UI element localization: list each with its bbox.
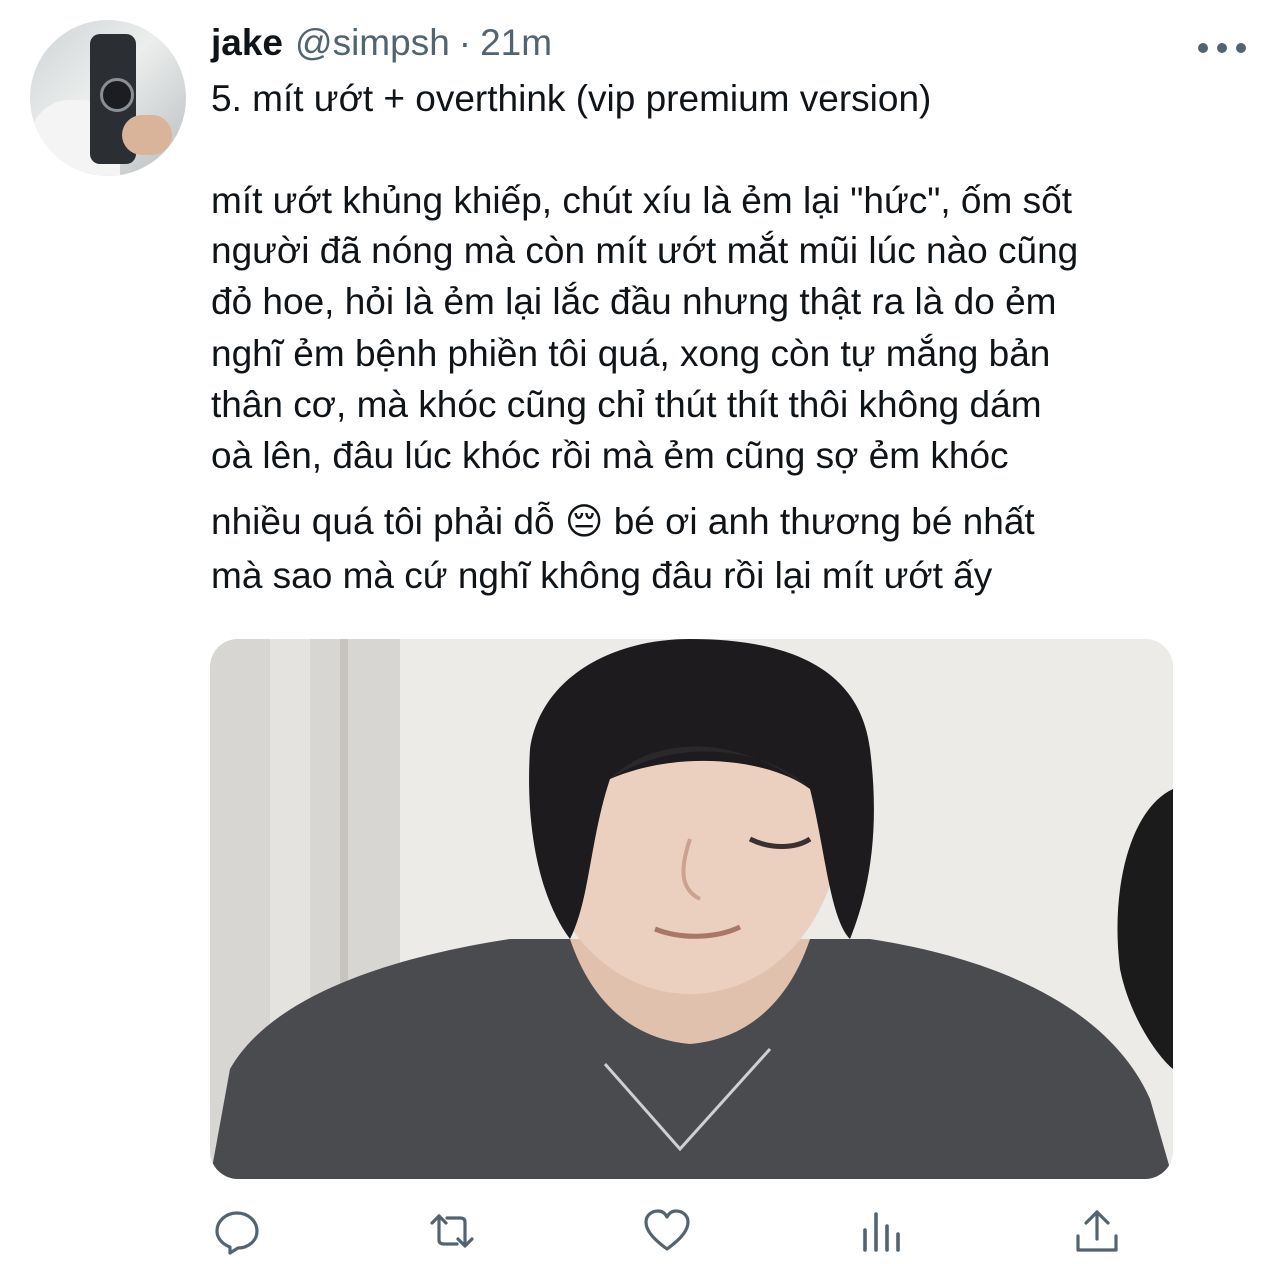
tweet-photo[interactable] [210, 639, 1173, 1179]
more-icon[interactable] [1198, 36, 1246, 60]
share-icon[interactable] [1072, 1206, 1122, 1256]
tweet-text-line: mà sao mà cứ nghĩ không đâu rồi lại mít … [211, 555, 993, 596]
more-dot [1217, 43, 1227, 53]
tweet-text-line: thân cơ, mà khóc cũng chỉ thút thít thôi… [211, 384, 1042, 425]
avatar-phone-camera [100, 78, 134, 112]
like-icon[interactable] [642, 1206, 692, 1256]
more-dot [1236, 43, 1246, 53]
header-separator: · [458, 22, 472, 63]
author-handle[interactable]: @simpsh [295, 22, 450, 64]
author-name[interactable]: jake [211, 22, 283, 64]
tweet-text-line: đỏ hoe, hỏi là ẻm lại lắc đầu nhưng thật… [211, 281, 1057, 322]
tweet-time[interactable]: 21m [480, 22, 552, 64]
retweet-icon[interactable] [427, 1206, 477, 1256]
analytics-icon[interactable] [857, 1206, 907, 1256]
tweet-header: jake @simpsh · 21m [211, 22, 552, 72]
photo-illustration [210, 639, 1173, 1179]
reply-icon[interactable] [212, 1206, 262, 1256]
tweet-text-line: mít ướt khủng khiếp, chút xíu là ẻm lại … [211, 180, 1072, 221]
tweet-text-line: người đã nóng mà còn mít ướt mắt mũi lúc… [211, 230, 1079, 271]
tweet-text-line: nhiều quá tôi phải dỗ 😔 bé ơi anh thương… [211, 501, 1035, 542]
avatar[interactable] [30, 20, 186, 176]
avatar-hand [122, 115, 172, 155]
tweet-text-line: oà lên, đâu lúc khóc rồi mà ẻm cũng sợ ẻ… [211, 435, 1009, 476]
tweet-text-line: 5. mít ướt + overthink (vip premium vers… [211, 78, 932, 119]
tweet-text-line: nghĩ ẻm bệnh phiền tôi quá, xong còn tự … [211, 333, 1051, 374]
more-dot [1198, 43, 1208, 53]
